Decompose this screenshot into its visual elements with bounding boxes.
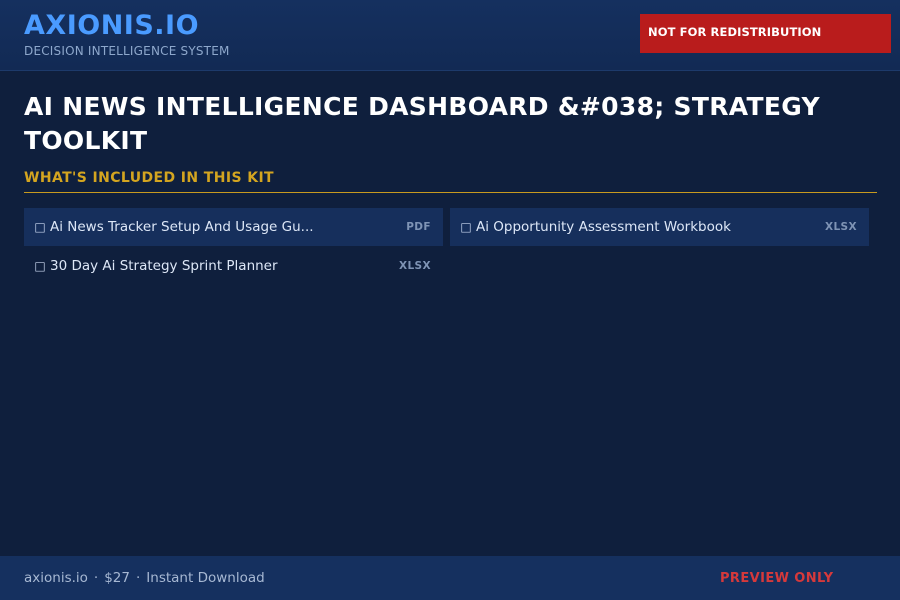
file-icon: □	[34, 220, 46, 234]
section-heading: WHAT'S INCLUDED IN THIS KIT	[24, 170, 275, 186]
file-type-badge: XLSX	[398, 260, 431, 272]
preview-status: PREVIEW ONLY	[720, 571, 834, 586]
kit-item[interactable]: □ Ai News Tracker Setup And Usage Gu... …	[24, 208, 443, 246]
kit-item-label: Ai News Tracker Setup And Usage Gu...	[50, 219, 314, 235]
brand-logo[interactable]: AXIONIS.IO	[24, 10, 199, 41]
footer-domain-link[interactable]: axionis.io	[24, 570, 88, 586]
header: AXIONIS.IO DECISION INTELLIGENCE SYSTEM …	[0, 0, 900, 71]
file-icon: □	[34, 259, 46, 273]
kit-item-label: 30 Day Ai Strategy Sprint Planner	[50, 258, 278, 274]
kit-item-label: Ai Opportunity Assessment Workbook	[476, 219, 731, 235]
redistribution-badge: NOT FOR REDISTRIBUTION	[640, 14, 891, 53]
footer-price: $27	[104, 570, 130, 586]
page-title: AI NEWS INTELLIGENCE DASHBOARD &#038; ST…	[24, 92, 820, 155]
footer: axionis.io · $27 · Instant Download PREVIEW …	[0, 556, 900, 600]
kit-item[interactable]: □ Ai Opportunity Assessment Workbook XLS…	[450, 208, 869, 246]
section-divider	[24, 192, 877, 193]
file-type-badge: PDF	[406, 221, 431, 233]
footer-info: axionis.io · $27 · Instant Download	[24, 570, 265, 586]
file-type-badge: XLSX	[824, 221, 857, 233]
footer-separator: ·	[93, 570, 99, 586]
brand-subtitle: DECISION INTELLIGENCE SYSTEM	[24, 44, 230, 58]
footer-delivery: Instant Download	[146, 570, 265, 586]
kit-item[interactable]: □ 30 Day Ai Strategy Sprint Planner XLSX	[24, 247, 443, 285]
file-icon: □	[460, 220, 472, 234]
footer-separator: ·	[136, 570, 141, 586]
